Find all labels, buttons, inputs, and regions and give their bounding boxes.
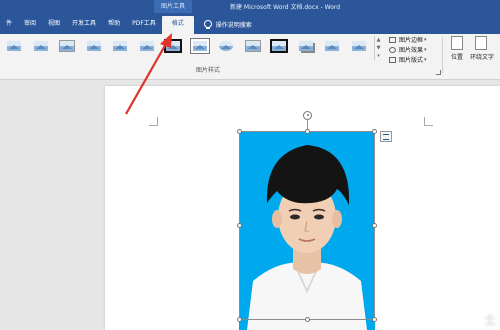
resize-handle[interactable] (372, 317, 377, 322)
picture-style-preview-icon (244, 40, 261, 52)
picture-style-preview-icon (298, 41, 313, 51)
picture-style-preview-icon (164, 39, 182, 53)
tab-pdf-tools[interactable]: PDF工具 (126, 16, 162, 32)
chevron-down-icon: ▾ (424, 46, 427, 53)
wrap-text-icon (475, 36, 487, 50)
tab-help[interactable]: 帮助 (102, 16, 126, 32)
picture-style-preview-icon (139, 41, 154, 51)
picture-style-thumbnail[interactable] (296, 37, 315, 55)
picture-style-preview-icon (86, 41, 101, 51)
picture-style-preview-icon (351, 41, 366, 51)
chevron-down-icon: ▾ (424, 56, 427, 63)
chevron-down-icon: ▾ (424, 36, 427, 43)
margin-corner-mark (149, 117, 158, 126)
picture-style-thumbnail[interactable] (4, 37, 23, 55)
picture-style-thumbnail[interactable] (84, 37, 103, 55)
scroll-down-icon[interactable]: ▼ (375, 44, 382, 52)
ribbon-tabs: 件 审阅 视图 开发工具 帮助 PDF工具 格式 操作说明搜索 (0, 16, 252, 34)
picture-border-label: 图片边框 (399, 37, 424, 44)
resize-handle[interactable] (305, 317, 310, 322)
resize-handle[interactable] (237, 317, 242, 322)
document-title: 新建 Microsoft Word 文档.docx - Word (230, 4, 341, 11)
picture-style-preview-icon (190, 39, 209, 53)
wrap-text-label: 环绕文字 (470, 54, 495, 61)
picture-layout-button[interactable]: 图片版式 ▾ (389, 55, 427, 64)
gallery-more-icon[interactable]: ▾ (375, 52, 382, 60)
picture-style-thumbnail[interactable] (110, 37, 129, 55)
tell-me-search[interactable]: 操作说明搜索 (203, 20, 252, 29)
resize-handle[interactable] (237, 223, 242, 228)
title-bar: 图片工具 新建 Microsoft Word 文档.docx - Word 件 … (0, 0, 500, 34)
picture-style-preview-icon (270, 39, 288, 53)
picture-border-icon (389, 36, 396, 43)
scroll-up-icon[interactable]: ▲ (375, 36, 382, 44)
picture-border-button[interactable]: 图片边框 ▾ (389, 35, 427, 44)
picture-style-preview-icon (219, 41, 233, 51)
position-icon (451, 36, 463, 50)
picture-style-thumbnail[interactable] (322, 37, 341, 55)
picture-layout-icon (389, 56, 396, 63)
picture-style-thumbnail[interactable] (269, 37, 288, 55)
picture-style-thumbnail[interactable] (163, 37, 182, 55)
position-label: 位置 (450, 54, 463, 61)
picture-style-preview-icon (33, 41, 48, 51)
picture-style-thumbnail[interactable] (349, 37, 368, 55)
tell-me-label: 操作说明搜索 (215, 21, 252, 29)
picture-layout-label: 图片版式 (399, 57, 424, 64)
lightbulb-icon (203, 20, 212, 29)
picture-style-thumbnail[interactable] (137, 37, 156, 55)
layout-options-icon[interactable] (380, 131, 392, 142)
picture-style-thumbnail[interactable] (31, 37, 50, 55)
tab-file[interactable]: 件 (0, 16, 18, 32)
picture-style-thumbnail[interactable] (216, 37, 235, 55)
wrap-text-button[interactable]: 环绕文字 (470, 36, 495, 61)
picture-styles-group-label: 图片样式 (196, 67, 221, 74)
tab-format[interactable]: 格式 (161, 16, 194, 34)
position-button[interactable]: 位置 (446, 36, 468, 61)
selection-frame (239, 131, 375, 320)
dialog-launcher-icon[interactable] (436, 70, 441, 75)
picture-style-thumbnail[interactable] (243, 37, 262, 55)
picture-effects-icon (389, 46, 396, 53)
picture-style-preview-icon (59, 40, 75, 52)
picture-effects-button[interactable]: 图片效果 ▾ (389, 45, 427, 54)
tab-developer[interactable]: 开发工具 (66, 16, 102, 32)
ribbon: ▲ ▼ ▾ 图片样式 图片边框 ▾ 图片效果 ▾ 图片版式 ▾ 位置 环绕文字 (0, 34, 500, 80)
picture-styles-gallery (0, 37, 385, 61)
picture-style-preview-icon (325, 41, 339, 51)
ribbon-divider (442, 37, 443, 73)
tab-review[interactable]: 审阅 (18, 16, 42, 32)
picture-effects-label: 图片效果 (399, 47, 424, 54)
resize-handle[interactable] (305, 129, 310, 134)
picture-tools-context-label: 图片工具 (154, 0, 192, 13)
picture-style-preview-icon (7, 41, 21, 51)
picture-style-thumbnail[interactable] (190, 37, 209, 55)
resize-handle[interactable] (372, 223, 377, 228)
watermark: 士 (483, 313, 496, 327)
picture-style-thumbnail[interactable] (57, 37, 76, 55)
resize-handle[interactable] (237, 129, 242, 134)
tab-view[interactable]: 视图 (42, 16, 66, 32)
margin-corner-mark (424, 117, 433, 126)
resize-handle[interactable] (372, 129, 377, 134)
picture-style-preview-icon (113, 41, 127, 51)
gallery-scrollbar[interactable]: ▲ ▼ ▾ (374, 36, 382, 60)
rotate-handle-icon[interactable] (303, 111, 312, 120)
